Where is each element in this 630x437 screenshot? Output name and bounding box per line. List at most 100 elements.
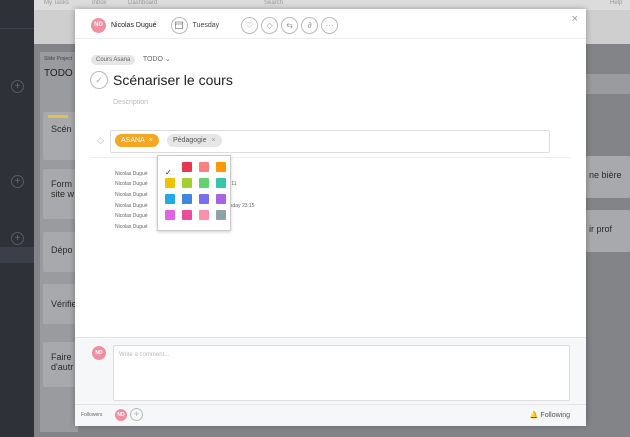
add-follower-icon[interactable]: + [130, 408, 143, 421]
color-swatch[interactable] [216, 178, 226, 188]
activity-author: Nicolas Dugué [115, 213, 148, 219]
nav-help[interactable]: Help [610, 0, 622, 6]
remove-tag-icon[interactable]: × [211, 137, 215, 144]
nav-inbox[interactable]: Inbox [92, 0, 107, 6]
heart-icon[interactable]: ♡ [241, 16, 259, 34]
board-card[interactable]: Scén [43, 112, 78, 160]
activity-author: Nicolas Dugué [115, 181, 148, 187]
board-column [586, 74, 630, 94]
task-title[interactable]: Scénariser le cours [113, 72, 233, 88]
nav-search[interactable]: Search [264, 0, 283, 6]
comment-area: ND Write a comment... Followers ND + 🔔 F… [75, 337, 586, 426]
complete-checkbox[interactable]: ✓ [90, 71, 108, 89]
section-label: TODO [142, 56, 163, 63]
column-title: TODO [44, 68, 73, 79]
board-card[interactable]: Faire d'autr [43, 342, 78, 387]
color-swatch[interactable] [199, 178, 209, 188]
subtask-icon[interactable]: ⇆ [281, 16, 299, 34]
color-swatch[interactable] [165, 210, 175, 220]
attachment-icon[interactable]: ∂ [301, 16, 319, 34]
color-swatch[interactable] [165, 178, 175, 188]
task-header: ND Nicolas Dugué Tuesday ♡ ◇ ⇆ ∂ ··· [91, 16, 341, 34]
color-swatch[interactable] [199, 194, 209, 204]
following-label: Following [540, 412, 570, 419]
bell-icon: 🔔 [529, 412, 539, 419]
sidebar-add-icon[interactable]: + [11, 175, 24, 188]
follower-avatar[interactable]: ND [115, 409, 127, 421]
activity-item: Nicolas Dugué sday 23:15 [115, 203, 254, 209]
assignee-name[interactable]: Nicolas Dugué [111, 22, 157, 29]
card-title: ir prof [589, 224, 613, 234]
tag-color-picker: ✓ [157, 155, 231, 231]
calendar-icon[interactable] [170, 16, 188, 34]
activity-author: Nicolas Dugué [115, 203, 148, 209]
card-title: Dépo [51, 245, 73, 255]
activity-item: Nicolas Dugué [115, 213, 148, 219]
activity-time: sday 23:15 [230, 203, 255, 209]
card-title: Vérifie [51, 299, 77, 309]
assignee-avatar[interactable]: ND [91, 17, 106, 33]
chevron-down-icon: ⌄ [164, 56, 171, 63]
card-title: Scén [51, 124, 72, 134]
color-swatch-selected[interactable]: ✓ [165, 162, 175, 177]
tag-icon[interactable]: ◇ [261, 16, 279, 34]
tags-input[interactable]: ASANA × Pédagogie × [110, 130, 550, 153]
activity-item: Nicolas Dugué [115, 224, 148, 230]
color-swatch[interactable] [216, 162, 226, 172]
activity-item: Nicolas Dugué [115, 192, 148, 198]
close-icon[interactable]: × [572, 13, 578, 25]
nav-my-tasks[interactable]: My Tasks [44, 0, 69, 6]
activity-author: Nicolas Dugué [115, 171, 148, 177]
color-swatch[interactable] [182, 210, 192, 220]
tag-asana[interactable]: ASANA × [115, 134, 159, 147]
color-swatch[interactable] [182, 178, 192, 188]
card-color-bar [48, 115, 68, 118]
sidebar: + + + [0, 0, 34, 437]
nav-dashboard[interactable]: Dashboard [128, 0, 157, 6]
followers-label: Followers [81, 412, 103, 418]
board-card[interactable]: Form site w [43, 169, 78, 219]
check-icon: ✓ [165, 168, 172, 177]
description-field[interactable]: Description [113, 99, 148, 106]
color-swatch[interactable] [216, 194, 226, 204]
board-card[interactable]: Vérifie [43, 284, 78, 324]
board-card[interactable]: ir prof [586, 210, 630, 252]
footer-divider [75, 404, 586, 405]
due-date[interactable]: Tuesday [193, 22, 220, 29]
sidebar-divider [0, 28, 34, 29]
color-swatch[interactable] [182, 162, 192, 172]
color-swatch[interactable] [216, 210, 226, 220]
card-title: Faire d'autr [51, 352, 74, 372]
board-card[interactable]: Dépo [43, 232, 78, 272]
color-swatch[interactable] [199, 162, 209, 172]
comment-placeholder: Write a comment... [119, 352, 170, 358]
activity-author: Nicolas Dugué [115, 192, 148, 198]
comment-input[interactable]: Write a comment... [113, 345, 570, 401]
tag-label: ASANA [121, 137, 145, 144]
remove-tag-icon[interactable]: × [149, 137, 153, 144]
comment-avatar: ND [92, 346, 106, 360]
project-pill[interactable]: Cours Asana [91, 55, 136, 65]
tag-pedagogie[interactable]: Pédagogie × [167, 134, 222, 147]
color-swatch[interactable] [182, 194, 192, 204]
sidebar-add-icon[interactable]: + [11, 80, 24, 93]
activity-item: Nicolas Dugué [115, 171, 148, 177]
activity-author: Nicolas Dugué [115, 224, 148, 230]
breadcrumb: Cours Asana TODO ⌄ [91, 48, 171, 66]
card-title: Form site w [51, 179, 75, 199]
sidebar-active-item[interactable] [0, 247, 34, 263]
color-swatch[interactable] [199, 210, 209, 220]
section-selector[interactable]: TODO ⌄ [143, 56, 171, 63]
color-swatch[interactable] [165, 194, 175, 204]
tag-icon: ◇ [97, 135, 104, 145]
following-button[interactable]: 🔔 Following [530, 411, 570, 419]
project-label: Slide Project [44, 56, 73, 62]
task-detail-modal: ND Nicolas Dugué Tuesday ♡ ◇ ⇆ ∂ ··· × C… [75, 9, 586, 426]
tag-label: Pédagogie [173, 137, 207, 144]
activity-item: Nicolas Dugué:11 [115, 181, 237, 187]
more-icon[interactable]: ··· [321, 16, 339, 34]
board-card[interactable]: ne bière [586, 156, 630, 198]
header-divider [75, 38, 586, 39]
card-title: ne bière [589, 170, 622, 180]
sidebar-add-icon[interactable]: + [11, 232, 24, 245]
